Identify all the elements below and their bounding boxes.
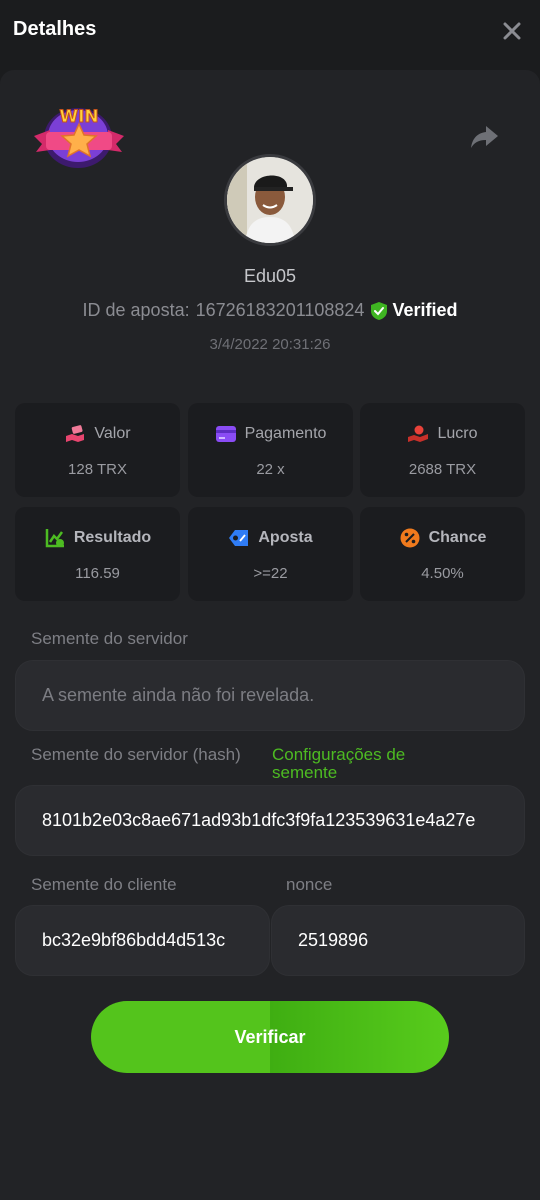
tag-icon xyxy=(228,527,250,549)
stat-label: Valor xyxy=(94,425,131,442)
header: Detalhes xyxy=(0,0,540,70)
stat-value: 4.50% xyxy=(421,565,464,582)
shield-check-icon xyxy=(371,301,388,320)
stat-label: Aposta xyxy=(258,529,313,546)
client-seed-label: Semente do cliente xyxy=(31,875,177,894)
profit-hand-icon xyxy=(407,423,429,445)
nonce-input[interactable]: 2519896 xyxy=(271,905,525,976)
nonce-label: nonce xyxy=(286,875,333,894)
verify-button[interactable]: Verificar xyxy=(91,1001,449,1073)
close-icon xyxy=(503,22,521,40)
server-seed-field[interactable]: A semente ainda não foi revelada. xyxy=(15,660,525,731)
stat-card-chance: Chance 4.50% xyxy=(360,507,525,601)
stat-value: 22 x xyxy=(256,461,285,478)
stat-value: 116.59 xyxy=(75,565,120,582)
bet-id-label: ID de aposta: xyxy=(82,300,190,320)
money-hand-icon xyxy=(64,423,86,445)
username: Edu05 xyxy=(243,266,297,286)
share-button[interactable] xyxy=(468,120,500,152)
seed-settings-link[interactable]: Configurações de semente xyxy=(272,746,472,782)
stat-label: Chance xyxy=(428,529,487,546)
client-seed-input[interactable]: bc32e9bf86bdd4d513c xyxy=(15,905,270,976)
card-icon xyxy=(215,423,237,445)
client-seed-value: bc32e9bf86bdd4d513c xyxy=(42,930,226,950)
stat-card-pagamento: Pagamento 22 x xyxy=(188,403,353,497)
stat-label: Lucro xyxy=(437,425,478,442)
percent-icon xyxy=(399,527,421,549)
bet-id-value: 16726183201108824 xyxy=(195,300,365,320)
verified-label: Verified xyxy=(392,300,458,320)
server-seed-value: A semente ainda não foi revelada. xyxy=(42,685,315,705)
nonce-value: 2519896 xyxy=(298,930,369,950)
page-title: Detalhes xyxy=(13,18,97,40)
stat-card-valor: Valor 128 TRX xyxy=(15,403,180,497)
stat-label: Resultado xyxy=(73,529,152,546)
server-hash-field[interactable]: 8101b2e03c8ae671ad93b1dfc3f9fa123539631e… xyxy=(15,785,525,856)
stat-value: 2688 TRX xyxy=(408,461,477,478)
server-seed-label: Semente do servidor xyxy=(31,629,188,648)
bet-id-row: ID de aposta: 16726183201108824 Verified xyxy=(0,300,540,321)
win-badge-icon: WIN xyxy=(34,107,124,168)
badge-text: WIN xyxy=(59,107,98,127)
verified-badge: Verified xyxy=(370,300,457,321)
share-icon xyxy=(471,126,498,148)
stat-label: Pagamento xyxy=(244,425,327,442)
server-hash-value: 8101b2e03c8ae671ad93b1dfc3f9fa123539631e… xyxy=(42,810,476,830)
stat-value: 128 TRX xyxy=(68,461,127,478)
server-hash-label: Semente do servidor (hash) xyxy=(31,745,241,764)
stat-card-aposta: Aposta >=22 xyxy=(188,507,353,601)
win-badge: WIN xyxy=(32,100,126,172)
close-button[interactable] xyxy=(498,17,526,45)
avatar-photo xyxy=(227,157,313,243)
stat-value: >=22 xyxy=(253,565,288,582)
stat-card-lucro: Lucro 2688 TRX xyxy=(360,403,525,497)
chart-check-icon xyxy=(44,527,66,549)
stat-card-resultado: Resultado 116.59 xyxy=(15,507,180,601)
avatar xyxy=(224,154,316,246)
bet-datetime: 3/4/2022 20:31:26 xyxy=(209,336,331,353)
verify-button-label: Verificar xyxy=(234,1026,306,1047)
